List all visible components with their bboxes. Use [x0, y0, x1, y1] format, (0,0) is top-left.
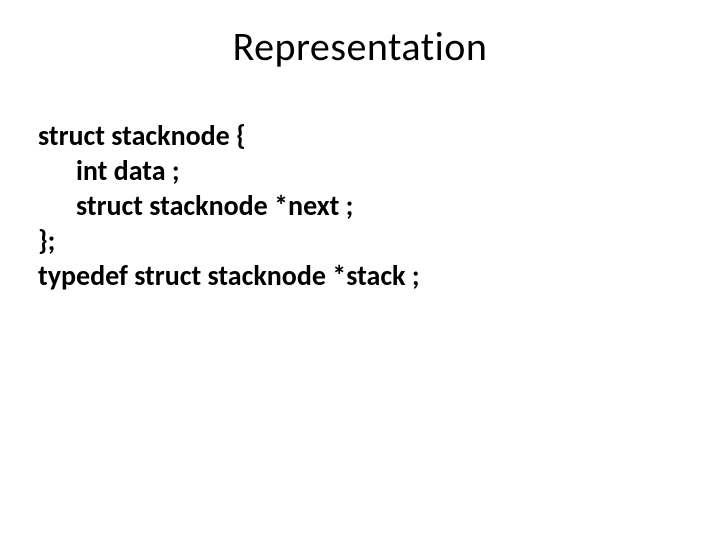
slide-title: Representation [0, 22, 720, 71]
code-line-2: int data ; [38, 153, 682, 188]
code-line-4: }; [38, 223, 682, 258]
slide-body: struct stacknode { int data ; struct sta… [38, 118, 682, 293]
slide: Representation struct stacknode { int da… [0, 0, 720, 540]
code-line-1: struct stacknode { [38, 118, 682, 153]
code-line-5: typedef struct stacknode *stack ; [38, 258, 682, 293]
code-line-3: struct stacknode *next ; [38, 188, 682, 223]
